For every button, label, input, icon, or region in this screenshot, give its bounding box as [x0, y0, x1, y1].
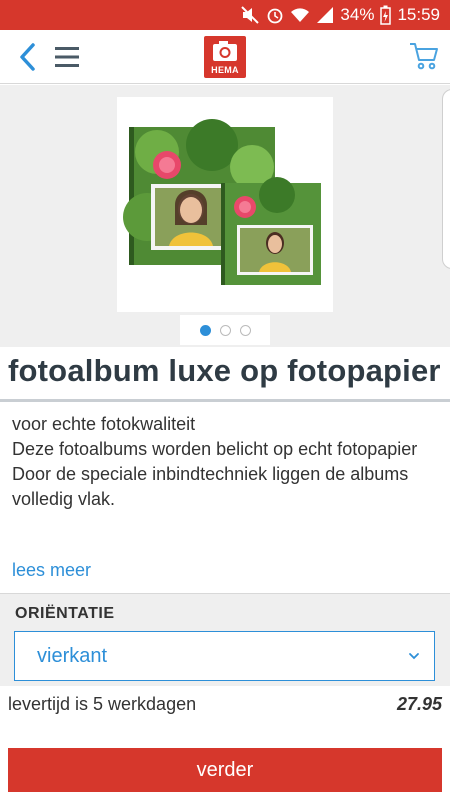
- orientation-select-value: vierkant: [37, 645, 108, 667]
- delivery-time: levertijd is 5 werkdagen: [8, 694, 197, 714]
- menu-button[interactable]: [52, 44, 82, 70]
- app-header: HEMA: [0, 30, 450, 84]
- back-chevron-icon: [20, 43, 35, 71]
- description-line: Door de speciale inbindtechniek liggen d…: [12, 464, 409, 509]
- product-title: fotoalbum luxe op fotopapier: [8, 353, 441, 388]
- carousel-pagination: [180, 315, 270, 345]
- back-button[interactable]: [14, 42, 42, 72]
- product-image[interactable]: [117, 97, 333, 312]
- price: 27.95: [396, 694, 442, 714]
- footer: verder: [0, 726, 450, 800]
- carousel-dot-2[interactable]: [219, 324, 231, 336]
- alarm-icon: [268, 8, 283, 24]
- photo-album-image: [123, 119, 321, 285]
- description-line: Deze fotoalbums worden belicht op echt f…: [12, 439, 418, 459]
- orientation-label: ORIËNTATIE: [15, 605, 115, 622]
- description-line: voor echte fotokwaliteit: [12, 414, 196, 434]
- orientation-options: ORIËNTATIE vierkant: [0, 594, 450, 686]
- battery-icon: [380, 5, 392, 25]
- chevron-down-icon: [409, 653, 419, 660]
- carousel-dot-1[interactable]: [199, 324, 211, 336]
- orientation-select[interactable]: vierkant: [14, 631, 435, 681]
- mute-icon: [241, 6, 260, 24]
- product-description: voor echte fotokwaliteit Deze fotoalbums…: [0, 402, 450, 594]
- continue-button[interactable]: verder: [8, 748, 442, 792]
- shopping-cart-icon: [410, 43, 438, 70]
- next-slide-peek[interactable]: [442, 89, 450, 269]
- read-more-link[interactable]: lees meer: [12, 560, 91, 581]
- signal-icon: [317, 7, 334, 23]
- delivery-row: levertijd is 5 werkdagen 27.95: [0, 686, 450, 726]
- clock: 15:59: [397, 5, 440, 24]
- product-image-carousel[interactable]: [0, 85, 450, 347]
- product-title-section: fotoalbum luxe op fotopapier: [0, 347, 450, 402]
- battery-percent: 34%: [340, 5, 375, 24]
- hamburger-menu-icon: [55, 47, 79, 67]
- carousel-dot-3[interactable]: [239, 324, 251, 336]
- logo-text: HEMA: [211, 65, 239, 75]
- cart-button[interactable]: [408, 40, 440, 72]
- hema-logo[interactable]: HEMA: [204, 36, 246, 78]
- status-bar: 34% 15:59: [0, 0, 450, 30]
- camera-icon: [213, 41, 237, 61]
- wifi-icon: [291, 8, 310, 22]
